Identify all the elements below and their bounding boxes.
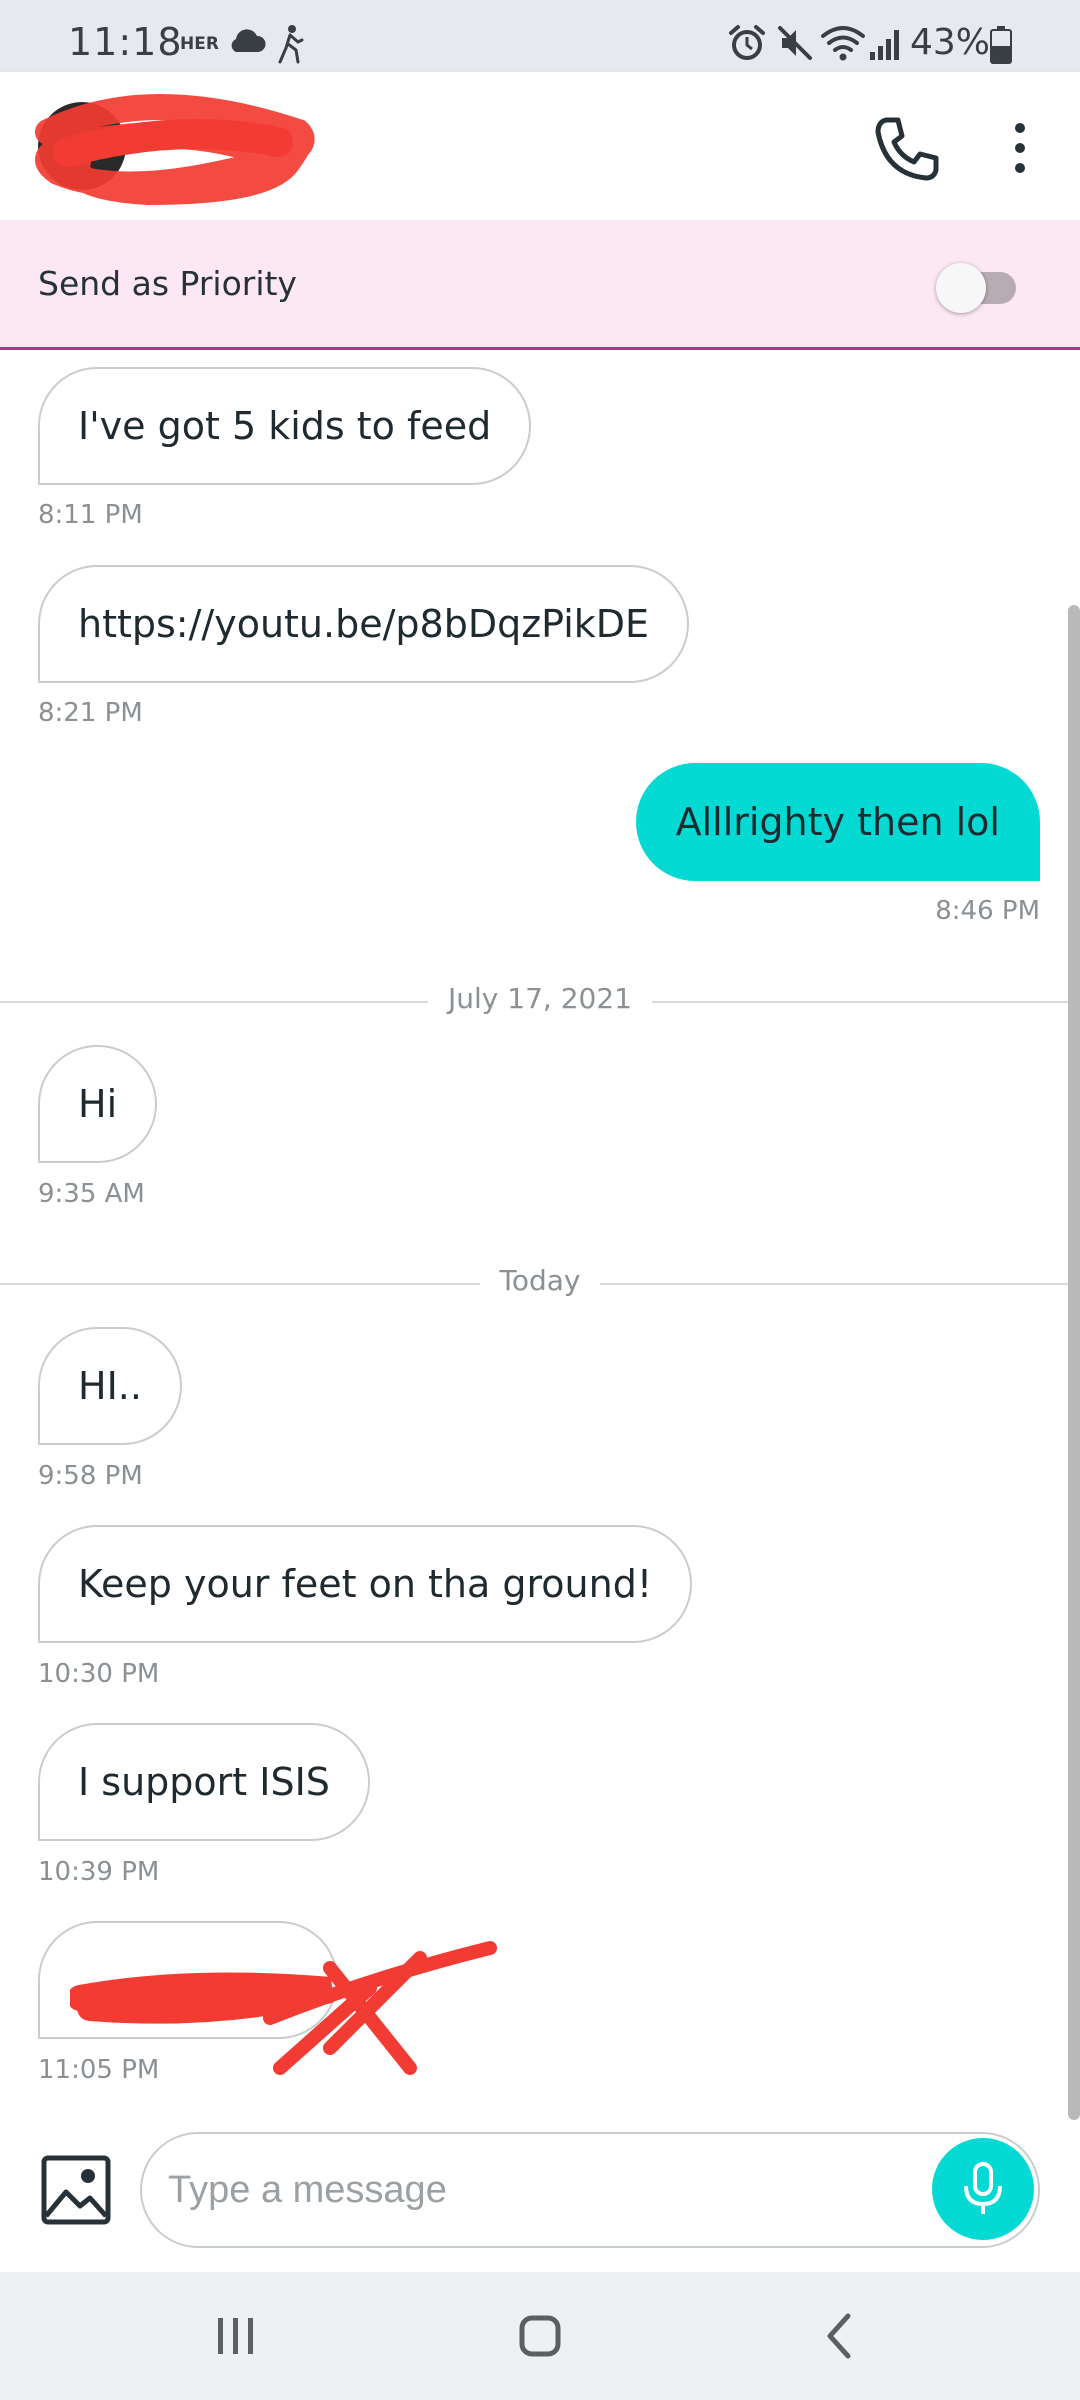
wifi-icon xyxy=(821,26,865,61)
message-input[interactable] xyxy=(140,2132,1040,2248)
priority-bar: Send as Priority xyxy=(0,220,1080,350)
phone-icon[interactable] xyxy=(872,112,944,184)
cloud-icon xyxy=(231,29,266,52)
home-icon[interactable] xyxy=(510,2306,570,2366)
message-bubble-incoming[interactable]: https://youtu.be/p8bDqzPikDE xyxy=(38,565,690,683)
more-vert-icon[interactable] xyxy=(1000,118,1040,178)
message-time: 10:39 PM xyxy=(38,1857,160,1887)
message-time: 8:11 PM xyxy=(38,500,143,530)
status-carrier: HER xyxy=(180,34,219,54)
message-bubble-incoming[interactable]: Hi xyxy=(38,1045,158,1163)
date-divider-label: July 17, 2021 xyxy=(428,982,652,1015)
toggle-knob xyxy=(936,263,986,313)
date-divider: July 17, 2021 xyxy=(0,982,1080,1022)
priority-toggle[interactable] xyxy=(936,263,1020,313)
mute-icon xyxy=(778,26,812,60)
date-divider: Today xyxy=(0,1264,1080,1304)
signal-icon xyxy=(870,30,899,60)
scrollbar[interactable] xyxy=(1068,605,1080,2120)
message-time: 10:30 PM xyxy=(38,1659,160,1689)
chat-header xyxy=(0,72,1080,220)
message-bubble-incoming[interactable]: Keep your feet on tha ground! xyxy=(38,1525,693,1643)
message-bubble-incoming[interactable]: I've got 5 kids to feed xyxy=(38,367,532,485)
message-time: 9:35 AM xyxy=(38,1179,145,1209)
microphone-icon xyxy=(964,2162,1002,2214)
back-icon[interactable] xyxy=(810,2306,870,2366)
message-time: 8:46 PM xyxy=(935,896,1040,926)
status-time: 11:18 xyxy=(68,20,183,64)
system-navigation-bar xyxy=(0,2272,1080,2400)
date-divider-label: Today xyxy=(479,1264,601,1297)
redaction-mark xyxy=(35,94,315,206)
composer xyxy=(0,2120,1080,2272)
message-bubble-incoming[interactable]: HI.. xyxy=(38,1327,182,1445)
priority-label: Send as Priority xyxy=(38,264,297,303)
gallery-icon[interactable] xyxy=(40,2154,112,2226)
message-time: 9:58 PM xyxy=(38,1461,143,1491)
walking-icon xyxy=(278,25,304,64)
recent-apps-icon[interactable] xyxy=(206,2306,266,2366)
mic-button[interactable] xyxy=(932,2138,1034,2240)
message-bubble-incoming[interactable]: I support ISIS xyxy=(38,1723,370,1841)
battery-percent: 43% xyxy=(910,22,991,63)
status-bar: 11:18 HER 43% xyxy=(0,0,1080,72)
message-bubble-outgoing[interactable]: Alllrighty then lol xyxy=(635,763,1040,881)
message-time: 11:05 PM xyxy=(38,2055,160,2085)
alarm-icon xyxy=(729,25,765,60)
message-time: 8:21 PM xyxy=(38,698,143,728)
message-list[interactable]: I've got 5 kids to feed 8:11 PM https://… xyxy=(0,353,1080,2120)
battery-icon xyxy=(990,26,1012,64)
